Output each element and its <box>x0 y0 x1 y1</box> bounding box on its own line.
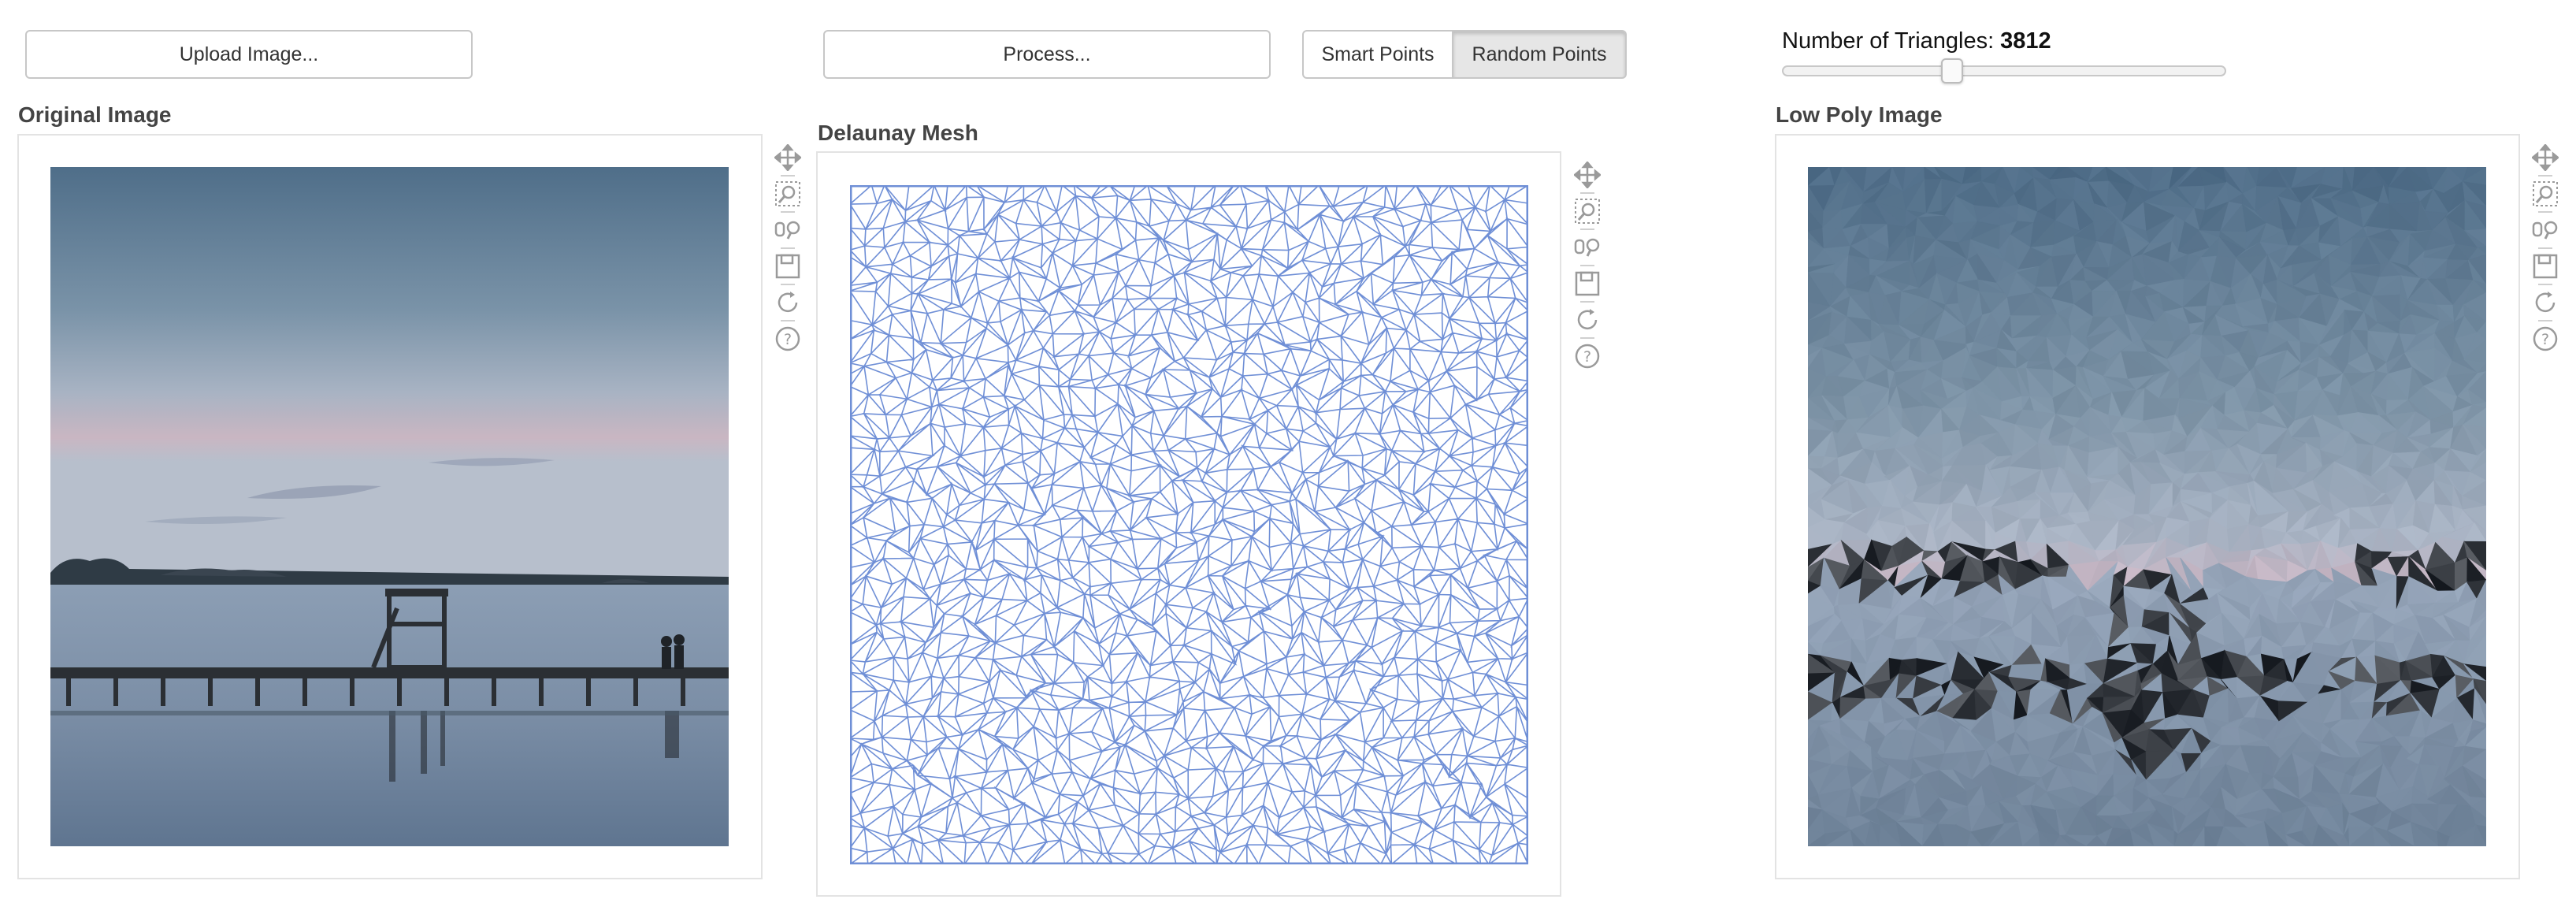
upload-image-button[interactable]: Upload Image... <box>25 30 473 79</box>
help-icon[interactable]: ? <box>1572 340 1603 372</box>
low-poly-image-toolbar: ? <box>2528 142 2563 355</box>
triangles-value: 3812 <box>2000 28 2051 54</box>
app-root: Upload Image... Process... Smart Points … <box>0 0 2576 903</box>
box-zoom-icon[interactable] <box>2530 178 2561 210</box>
delaunay-mesh-toolbar: ? <box>1570 159 1605 372</box>
box-zoom-icon[interactable] <box>772 178 804 210</box>
smart-points-button[interactable]: Smart Points <box>1302 30 1453 79</box>
wheel-zoom-icon[interactable] <box>2530 214 2561 246</box>
svg-text:?: ? <box>2541 331 2549 348</box>
save-icon[interactable] <box>772 251 804 282</box>
pan-icon[interactable] <box>1572 159 1603 191</box>
point-mode-toggle: Smart Points Random Points <box>1302 30 1627 79</box>
random-points-button[interactable]: Random Points <box>1453 30 1627 79</box>
pan-icon[interactable] <box>772 142 804 173</box>
save-icon[interactable] <box>2530 251 2561 282</box>
process-button[interactable]: Process... <box>823 30 1271 79</box>
triangles-slider-title: Number of Triangles: 3812 <box>1782 28 2051 54</box>
help-icon[interactable]: ? <box>2530 323 2561 355</box>
wheel-zoom-icon[interactable] <box>1572 232 1603 263</box>
delaunay-mesh <box>850 185 1528 864</box>
save-icon[interactable] <box>1572 268 1603 299</box>
reset-icon[interactable] <box>1572 304 1603 336</box>
pan-icon[interactable] <box>2530 142 2561 173</box>
original-image-toolbar: ? <box>770 142 805 355</box>
help-icon[interactable]: ? <box>772 323 804 355</box>
original-image <box>50 167 729 846</box>
triangles-label: Number of Triangles: <box>1782 28 1995 54</box>
reset-icon[interactable] <box>2530 287 2561 318</box>
mesh-lines <box>850 185 1528 864</box>
low-poly-image <box>1808 167 2486 846</box>
delaunay-mesh-title: Delaunay Mesh <box>818 121 978 145</box>
svg-text:?: ? <box>1583 348 1591 366</box>
reset-icon[interactable] <box>772 287 804 318</box>
triangles-slider-handle[interactable] <box>1941 58 1963 84</box>
wheel-zoom-icon[interactable] <box>772 214 804 246</box>
original-image-title: Original Image <box>18 102 172 127</box>
svg-text:?: ? <box>784 331 792 348</box>
triangles-slider-track[interactable] <box>1782 65 2226 76</box>
box-zoom-icon[interactable] <box>1572 195 1603 227</box>
low-poly-image-title: Low Poly Image <box>1776 102 1943 127</box>
